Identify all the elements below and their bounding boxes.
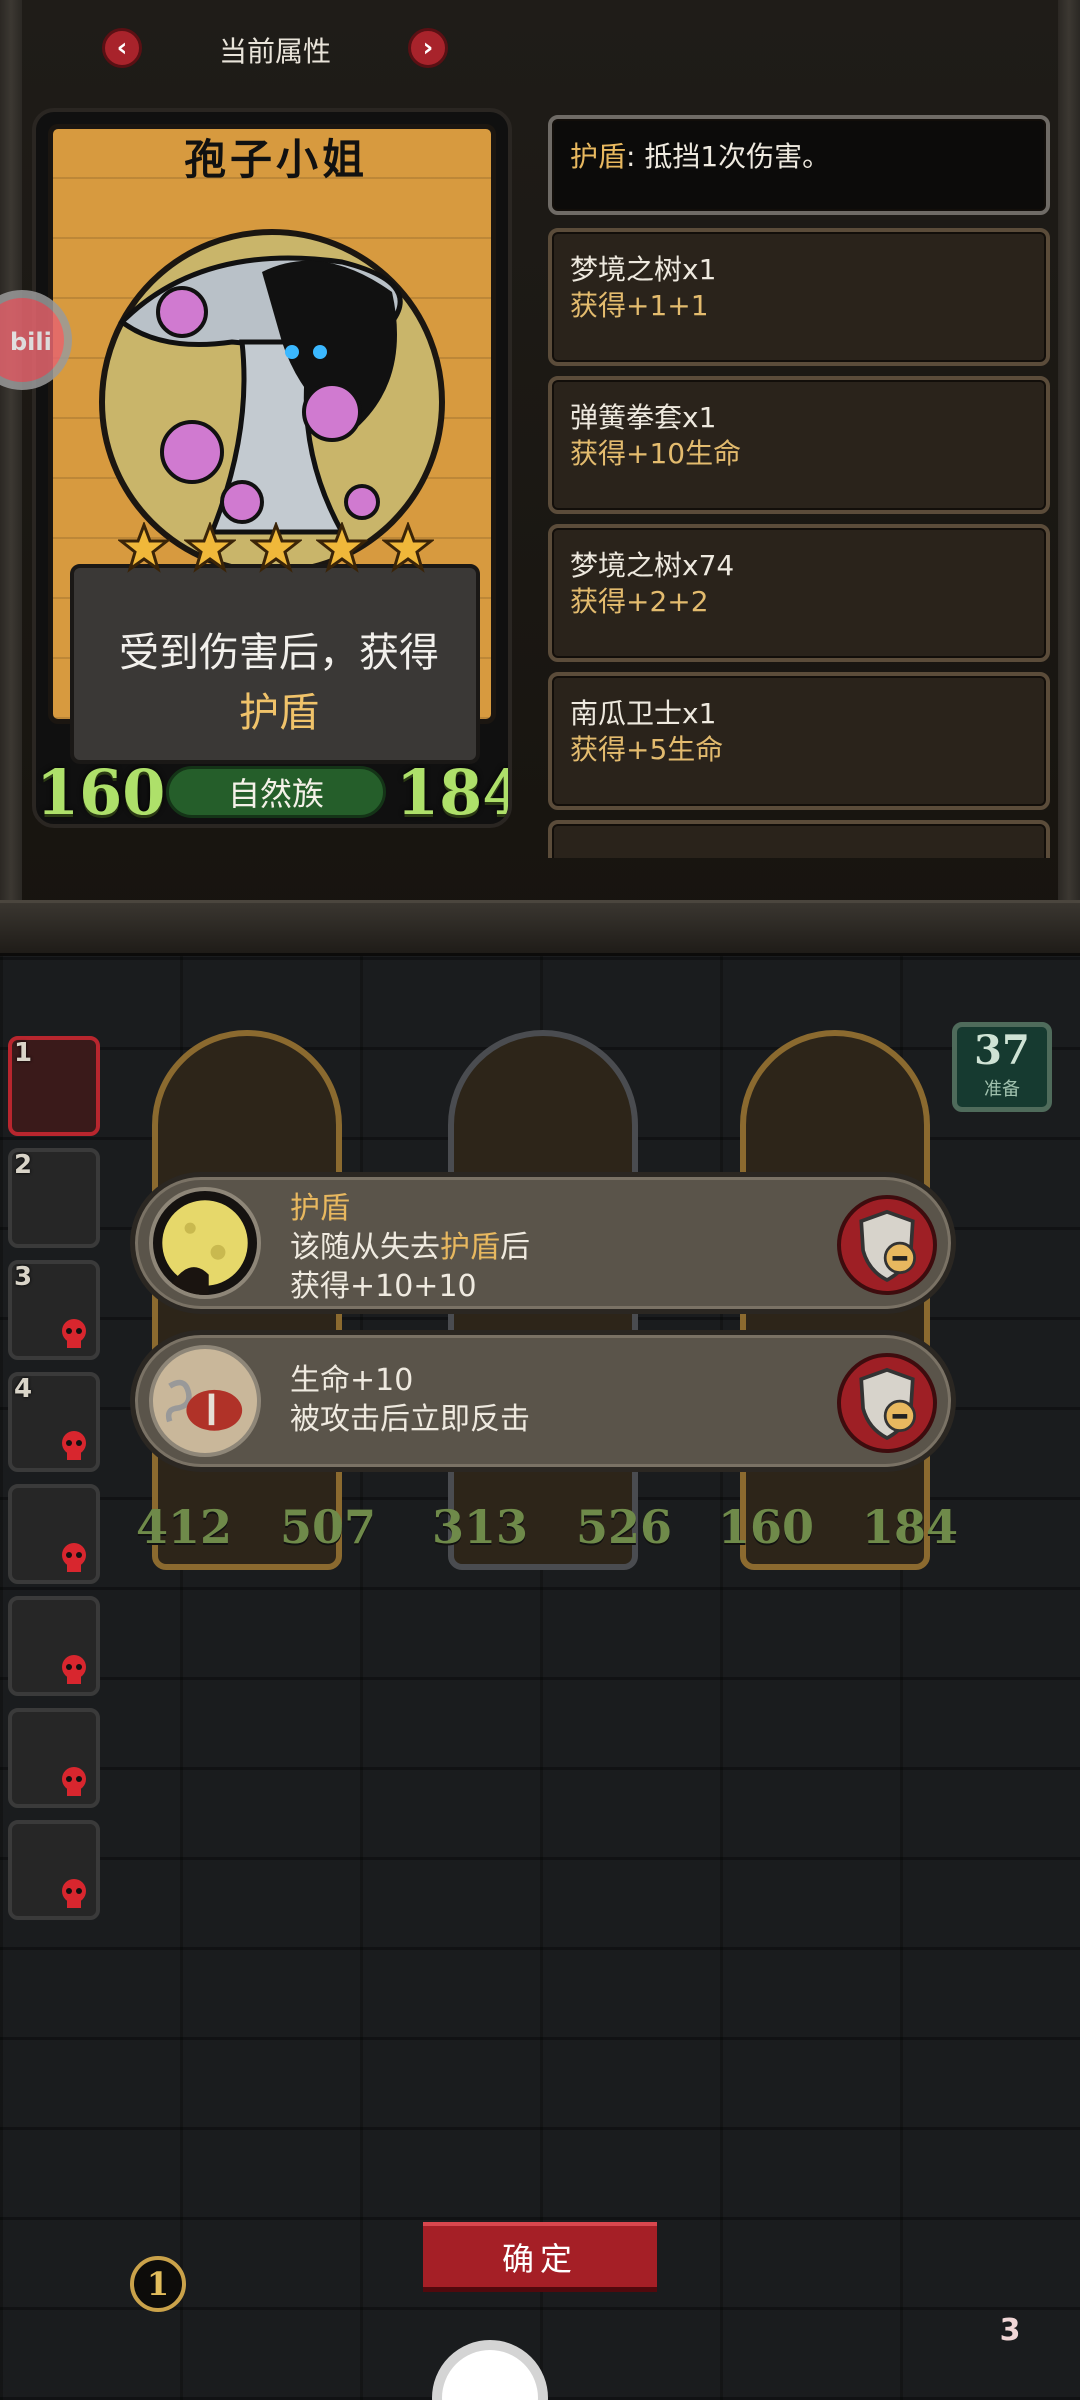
gold-counter: 1	[130, 2256, 186, 2312]
buff-item: 梦境之树x1 获得+1+1	[548, 228, 1050, 366]
slot-number: 2	[14, 1150, 33, 1180]
effect-desc-a: 该随从失去	[290, 1230, 440, 1265]
side-slot-6[interactable]	[8, 1596, 100, 1696]
star-icon	[316, 522, 368, 573]
buff-effect: 获得+1+1	[570, 289, 709, 322]
buff-item: 弹簧拳套x1 获得+10生命	[548, 376, 1050, 514]
effect-desc-b: 后	[500, 1230, 530, 1265]
buff-item-partial	[548, 820, 1050, 858]
side-slot-4[interactable]: 4	[8, 1372, 100, 1472]
effect-keyword: 护盾	[440, 1230, 500, 1265]
side-slot-7[interactable]	[8, 1708, 100, 1808]
effect-title: 生命+10	[290, 1363, 414, 1398]
board-hero-3-stats: 160 184	[718, 1500, 958, 1554]
health-value: 526	[575, 1500, 672, 1554]
hero-stats: 160 自然族 184	[36, 752, 508, 828]
buff-effect: 获得+2+2	[570, 585, 709, 618]
skull-icon	[62, 1319, 86, 1348]
health-value: 507	[279, 1500, 376, 1554]
board-hero-1-stats: 412 507	[136, 1500, 376, 1554]
effect-item-shield: 护盾 该随从失去护盾后 获得+10+10	[130, 1172, 956, 1314]
lives-counter: 3	[999, 2312, 1021, 2348]
next-button[interactable]: ›	[408, 28, 448, 68]
star-rating	[36, 522, 508, 574]
chevron-left-icon: ‹	[116, 33, 128, 63]
spring-glove-icon	[149, 1345, 261, 1457]
slot-number: 3	[14, 1262, 33, 1292]
shield-minus-icon	[859, 1209, 916, 1283]
attack-value: 160	[718, 1500, 815, 1554]
description-panel: 受到伤害后，获得 护盾	[70, 564, 480, 764]
attack-value: 160	[36, 756, 166, 828]
skull-icon	[62, 1655, 86, 1684]
star-icon	[250, 522, 302, 573]
buff-item: 南瓜卫士x1 获得+5生命	[548, 672, 1050, 810]
buff-list[interactable]: 护盾: 抵挡1次伤害。 梦境之树x1 获得+1+1 弹簧拳套x1 获得+10生命…	[548, 110, 1054, 858]
bili-label: bili	[10, 328, 52, 356]
ready-counter: 37 准备	[952, 1022, 1052, 1112]
side-slot-8[interactable]	[8, 1820, 100, 1920]
buff-title: 南瓜卫士x1	[570, 697, 717, 730]
frame-left	[0, 0, 22, 940]
health-value: 184	[861, 1500, 958, 1554]
effect-item-health: 生命+10 被攻击后立即反击	[130, 1330, 956, 1472]
chevron-right-icon: ›	[422, 33, 434, 63]
hero-name: 孢子小姐	[183, 135, 368, 184]
buff-item: 梦境之树x74 获得+2+2	[548, 524, 1050, 662]
skull-icon	[62, 1767, 86, 1796]
side-slot-1[interactable]: 1	[8, 1036, 100, 1136]
ready-count: 37	[974, 1027, 1030, 1074]
slot-number: 1	[14, 1038, 33, 1068]
ready-label: 准备	[984, 1079, 1020, 1100]
buff-effect: 获得+10生命	[570, 437, 742, 470]
frame-right	[1058, 0, 1080, 940]
star-icon	[184, 522, 236, 573]
moon-icon	[149, 1187, 261, 1299]
hero-description: 受到伤害后，获得	[119, 630, 439, 676]
star-icon	[382, 522, 434, 573]
buff-title: 梦境之树x1	[570, 253, 717, 286]
shield-tooltip: 护盾: 抵挡1次伤害。	[548, 115, 1050, 215]
frame-divider	[0, 900, 1080, 956]
prev-button[interactable]: ‹	[102, 28, 142, 68]
attack-value: 412	[136, 1500, 233, 1554]
health-value: 184	[396, 756, 508, 828]
buff-effect: 获得+5生命	[570, 733, 724, 766]
hero-card[interactable]: 孢子小姐 受到伤害后，获得 护盾 160 自然族 184	[32, 108, 512, 828]
skull-icon	[62, 1543, 86, 1572]
confirm-button[interactable]: 确定	[423, 2222, 657, 2292]
board-hero-2-stats: 313 526	[432, 1500, 672, 1554]
page-title: 当前属性	[218, 35, 331, 68]
star-icon	[118, 522, 170, 573]
hero-keyword: 护盾	[239, 690, 319, 736]
shield-description: : 抵挡1次伤害。	[626, 140, 831, 173]
effect-result: 获得+10+10	[290, 1269, 477, 1304]
side-slot-3[interactable]: 3	[8, 1260, 100, 1360]
slot-number: 4	[14, 1374, 33, 1404]
effect-result: 被攻击后立即反击	[290, 1402, 530, 1437]
skull-icon	[62, 1879, 86, 1908]
shield-label: 护盾	[570, 140, 627, 173]
remove-effect-button[interactable]	[837, 1353, 937, 1453]
skull-icon	[62, 1431, 86, 1460]
buff-title: 梦境之树x74	[570, 549, 735, 582]
attack-value: 313	[432, 1500, 529, 1554]
race-badge: 自然族	[166, 766, 386, 818]
side-slot-2[interactable]: 2	[8, 1148, 100, 1248]
remove-effect-button[interactable]	[837, 1195, 937, 1295]
side-slot-5[interactable]	[8, 1484, 100, 1584]
shield-minus-icon	[859, 1367, 916, 1441]
buff-title: 弹簧拳套x1	[570, 401, 717, 434]
effect-title: 护盾	[290, 1191, 350, 1226]
